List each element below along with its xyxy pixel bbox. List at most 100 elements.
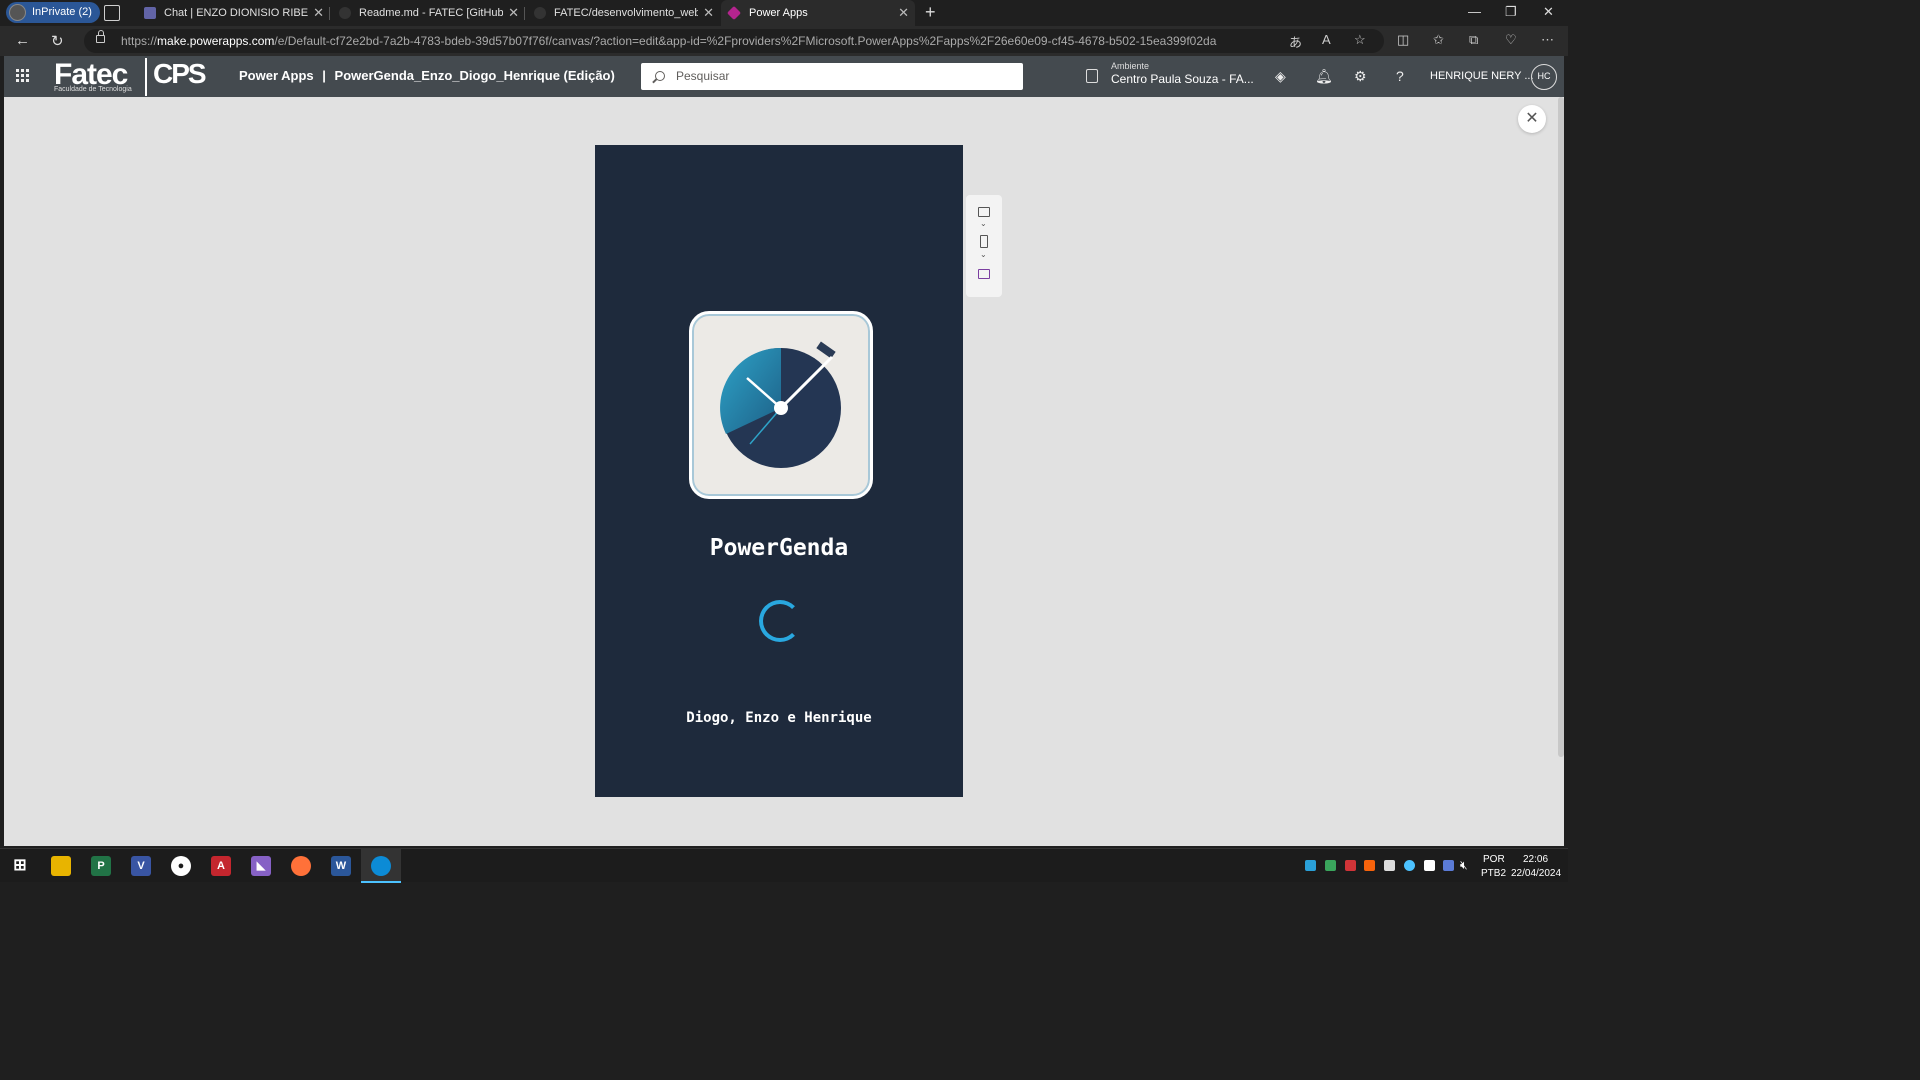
inprivate-label: InPrivate (2) xyxy=(32,6,92,18)
stopwatch-icon xyxy=(720,341,841,468)
chevron-down-icon[interactable]: ⌄ xyxy=(980,219,987,228)
tablet-view-icon[interactable] xyxy=(978,207,990,217)
environment-label: Ambiente xyxy=(1111,61,1150,71)
word-icon[interactable]: W xyxy=(331,856,351,876)
edge-taskbar-button[interactable] xyxy=(361,849,401,883)
preview-canvas: ✕ PowerGenda Diogo, Enzo e Henrique ⌄ ⌄ xyxy=(4,97,1564,846)
tab-power-apps[interactable]: Power Apps ✕ xyxy=(721,0,915,26)
search-icon xyxy=(655,71,665,81)
github-icon xyxy=(339,7,351,19)
product-name[interactable]: Power Apps xyxy=(239,68,314,83)
notifications-icon[interactable]: 🔔︎ xyxy=(1315,68,1333,85)
translate-icon[interactable]: あ xyxy=(1289,32,1302,51)
url-prefix: https:// xyxy=(121,34,158,48)
tray-app-icon[interactable] xyxy=(1443,860,1454,871)
tab-fatec-repo[interactable]: FATEC/desenvolvimento_web/Po ✕ xyxy=(526,0,720,26)
help-icon[interactable]: ? xyxy=(1396,68,1404,84)
windows-start-icon[interactable]: ⊞ xyxy=(10,856,30,876)
powerapps-icon xyxy=(726,5,742,21)
device-toolbar: ⌄ ⌄ xyxy=(966,195,1002,297)
profile-avatar-icon xyxy=(9,4,26,21)
environment-icon[interactable] xyxy=(1086,69,1098,83)
more-menu-icon[interactable]: ⋯ xyxy=(1541,32,1554,48)
tab-label: FATEC/desenvolvimento_web/Po xyxy=(554,7,698,19)
network-icon[interactable] xyxy=(1424,860,1435,871)
windows-taskbar: ⊞ P V ● A ◣ W 🔇︎ POR PTB2 22:06 22/04/20… xyxy=(0,848,1568,883)
phone-view-icon[interactable] xyxy=(980,235,988,248)
close-preview-icon[interactable]: ✕ xyxy=(1518,105,1546,133)
tab-label: Chat | ENZO DIONISIO RIBEIRO LI xyxy=(164,7,308,19)
url-path: /e/Default-cf72e2bd-7a2b-4783-bdeb-39d57… xyxy=(274,34,1217,48)
user-avatar[interactable]: HC xyxy=(1531,64,1557,90)
fatec-logo-subtext: Faculdade de Tecnologia xyxy=(54,86,132,93)
tab-label: Readme.md - FATEC [GitHub] - Vi xyxy=(359,7,503,19)
user-name[interactable]: HENRIQUE NERY ... xyxy=(1430,70,1534,82)
tray-app-icon[interactable] xyxy=(1364,860,1375,871)
tab-divider xyxy=(524,7,525,20)
back-icon[interactable]: ← xyxy=(15,32,30,49)
app-name: PowerGenda xyxy=(709,535,849,561)
tray-app-icon[interactable] xyxy=(1384,860,1395,871)
close-window-icon[interactable]: ✕ xyxy=(1543,4,1554,20)
collections-icon[interactable]: ⧉ xyxy=(1469,32,1478,48)
close-tab-icon[interactable]: ✕ xyxy=(898,0,909,26)
minimize-icon[interactable]: — xyxy=(1468,4,1481,19)
github-icon xyxy=(534,7,546,19)
tray-app-icon[interactable] xyxy=(1305,860,1316,871)
edge-icon xyxy=(371,856,391,876)
refresh-icon[interactable]: ↻ xyxy=(51,32,64,50)
page-title: Power Apps | PowerGenda_Enzo_Diogo_Henri… xyxy=(239,68,615,83)
app-title: PowerGenda_Enzo_Diogo_Henrique (Edição) xyxy=(334,68,615,83)
language-bottom[interactable]: PTB2 xyxy=(1481,868,1506,879)
tab-divider xyxy=(329,7,330,20)
search-input[interactable]: Pesquisar xyxy=(641,63,1023,90)
app-logo xyxy=(689,311,873,499)
clock-date[interactable]: 22/04/2024 xyxy=(1511,868,1561,879)
tab-label: Power Apps xyxy=(749,7,808,19)
file-explorer-icon[interactable] xyxy=(51,856,71,876)
language-top[interactable]: POR xyxy=(1483,854,1505,865)
environment-name[interactable]: Centro Paula Souza - FA... xyxy=(1111,72,1254,86)
title-separator: | xyxy=(322,68,326,83)
project-icon[interactable]: P xyxy=(91,856,111,876)
app-launcher-icon[interactable] xyxy=(16,69,30,83)
close-tab-icon[interactable]: ✕ xyxy=(313,0,324,26)
favorites-icon[interactable]: ✩ xyxy=(1433,32,1444,48)
visual-studio-icon[interactable]: ◣ xyxy=(251,856,271,876)
visio-icon[interactable]: V xyxy=(131,856,151,876)
browser-essentials-icon[interactable]: ♡ xyxy=(1505,32,1517,48)
tab-actions-icon[interactable] xyxy=(104,5,120,21)
firefox-icon[interactable] xyxy=(291,856,311,876)
app-circle-icon[interactable]: ● xyxy=(171,856,191,876)
restore-icon[interactable]: ❐ xyxy=(1505,4,1517,20)
access-icon[interactable]: A xyxy=(211,856,231,876)
lock-icon xyxy=(96,30,105,43)
read-aloud-icon[interactable]: A xyxy=(1322,32,1331,47)
tab-readme[interactable]: Readme.md - FATEC [GitHub] - Vi ✕ xyxy=(331,0,525,26)
accessibility-checker-icon[interactable] xyxy=(978,269,990,279)
app-splash-screen: PowerGenda Diogo, Enzo e Henrique xyxy=(595,145,963,797)
cps-logo: CPS xyxy=(145,58,207,96)
new-tab-icon[interactable]: + xyxy=(925,2,936,23)
close-tab-icon[interactable]: ✕ xyxy=(703,0,714,26)
vertical-scrollbar[interactable] xyxy=(1558,97,1564,757)
tray-app-icon[interactable] xyxy=(1325,860,1336,871)
loading-spinner-icon xyxy=(759,600,801,642)
tab-teams-chat[interactable]: Chat | ENZO DIONISIO RIBEIRO LI ✕ xyxy=(136,0,330,26)
url-host: make.powerapps.com xyxy=(157,34,275,48)
tray-app-icon[interactable] xyxy=(1345,860,1356,871)
inprivate-badge[interactable]: InPrivate (2) xyxy=(6,2,100,23)
onedrive-icon[interactable] xyxy=(1404,860,1415,871)
teams-icon xyxy=(144,7,156,19)
address-bar-row: ← ↻ https://make.powerapps.com/e/Default… xyxy=(0,26,1568,56)
clock-time[interactable]: 22:06 xyxy=(1523,854,1548,865)
settings-gear-icon[interactable]: ⚙ xyxy=(1354,68,1367,85)
copilot-icon[interactable]: ◈ xyxy=(1275,68,1286,85)
favorite-star-icon[interactable]: ☆ xyxy=(1354,32,1366,48)
url-field[interactable]: https://make.powerapps.com/e/Default-cf7… xyxy=(84,29,1384,53)
split-screen-icon[interactable]: ◫ xyxy=(1397,32,1409,48)
chevron-down-icon[interactable]: ⌄ xyxy=(980,250,987,259)
close-tab-icon[interactable]: ✕ xyxy=(508,0,519,26)
volume-muted-icon[interactable]: 🔇︎ xyxy=(1460,858,1468,873)
app-authors: Diogo, Enzo e Henrique xyxy=(686,710,872,726)
